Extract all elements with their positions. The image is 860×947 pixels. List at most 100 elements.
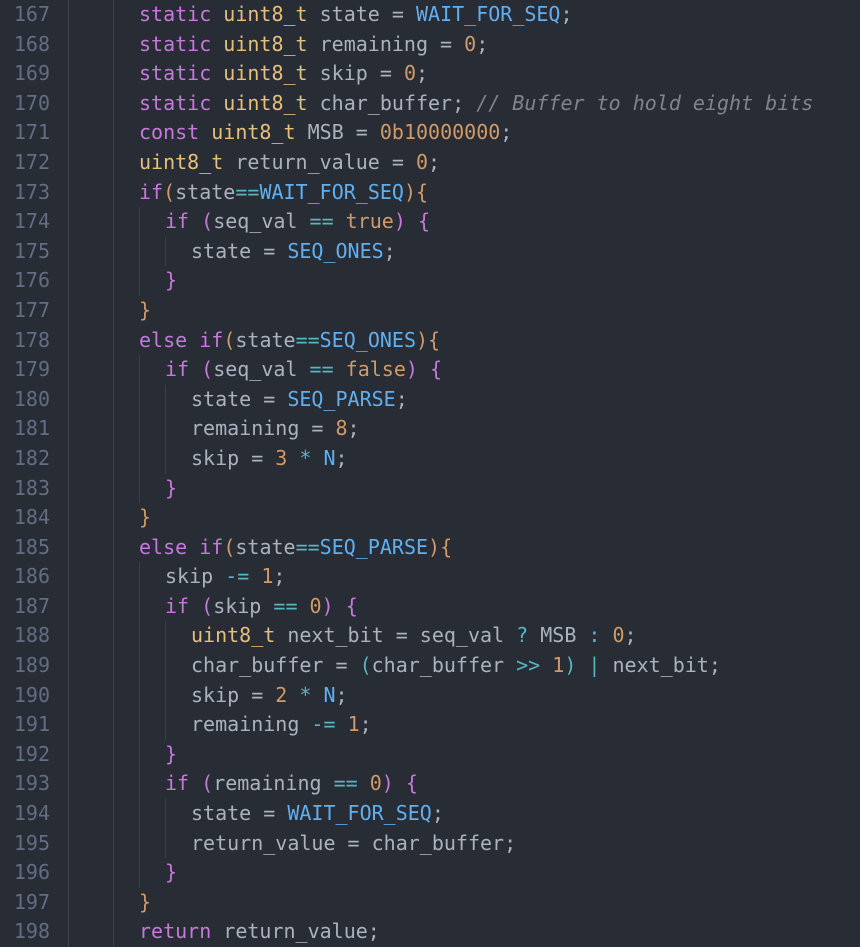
code-line[interactable]: else if(state==SEQ_PARSE){ [87,533,813,563]
token-num: 0 [613,623,625,647]
code-line[interactable]: remaining -= 1; [87,710,813,740]
token-txt: skip [165,564,213,588]
token-txt [189,357,201,381]
code-editor[interactable]: 1671681691701711721731741751761771781791… [0,0,860,947]
token-txt: ; [476,32,488,56]
line-number: 192 [10,740,50,770]
token-kw: const [139,120,199,144]
token-cyan: == [310,357,334,381]
token-brkt: } [139,890,151,914]
token-txt [358,771,370,795]
code-line[interactable]: skip = 3 * N; [87,444,813,474]
token-brkt2: ( [201,594,213,618]
code-line[interactable]: static uint8_t state = WAIT_FOR_SEQ; [87,0,813,30]
code-line[interactable]: } [87,266,813,296]
line-number: 190 [10,681,50,711]
token-txt: ; [273,564,285,588]
token-txt: seq_val [213,209,297,233]
code-line[interactable]: uint8_t next_bit = seq_val ? MSB : 0; [87,621,813,651]
line-number: 176 [10,266,50,296]
token-txt [576,653,588,677]
token-txt: = [251,239,287,263]
token-txt: = [336,831,372,855]
line-number: 172 [10,148,50,178]
code-line[interactable]: if (remaining == 0) { [87,769,813,799]
line-number: 191 [10,710,50,740]
token-txt: remaining [213,771,321,795]
line-number: 185 [10,533,50,563]
line-number: 169 [10,59,50,89]
code-line[interactable]: skip = 2 * N; [87,681,813,711]
token-txt [211,32,223,56]
token-txt [308,2,320,26]
token-type: uint8_t [211,120,295,144]
code-line[interactable]: return_value = char_buffer; [87,829,813,859]
token-type: uint8_t [191,623,275,647]
code-line[interactable]: } [87,858,813,888]
code-line[interactable]: char_buffer = (char_buffer >> 1) | next_… [87,651,813,681]
code-line[interactable]: const uint8_t MSB = 0b10000000; [87,118,813,148]
code-line[interactable]: remaining = 8; [87,414,813,444]
code-line[interactable]: return return_value; [87,917,813,947]
token-txt: remaining [191,712,299,736]
code-area[interactable]: static uint8_t state = WAIT_FOR_SEQ;stat… [69,0,813,947]
line-number: 181 [10,414,50,444]
token-txt: = [344,120,380,144]
token-brkt3: ( [360,653,372,677]
token-num: true [346,209,394,233]
token-txt [298,594,310,618]
code-line[interactable]: else if(state==SEQ_ONES){ [87,326,813,356]
token-txt: ; [368,919,380,943]
token-brkt2: { [418,209,430,233]
token-num: 1 [348,712,360,736]
token-brkt2: ) [406,357,418,381]
line-number: 182 [10,444,50,474]
token-brkt: ) [416,328,428,352]
code-line[interactable]: static uint8_t char_buffer; // Buffer to… [87,89,813,119]
code-line[interactable]: if (seq_val == true) { [87,207,813,237]
code-line[interactable]: static uint8_t skip = 0; [87,59,813,89]
token-txt [504,623,516,647]
code-line[interactable]: static uint8_t remaining = 0; [87,30,813,60]
code-line[interactable]: state = SEQ_ONES; [87,237,813,267]
token-brkt2: ( [201,209,213,233]
code-line[interactable]: if (skip == 0) { [87,592,813,622]
token-num: false [346,357,406,381]
code-line[interactable]: } [87,296,813,326]
token-txt [504,653,516,677]
token-txt: remaining [191,416,299,440]
token-brkt: { [416,180,428,204]
token-txt [189,594,201,618]
token-txt: ; [500,120,512,144]
token-kw: if [199,328,223,352]
token-const: SEQ_ONES [287,239,383,263]
code-line[interactable]: } [87,740,813,770]
line-number: 193 [10,769,50,799]
token-txt [576,623,588,647]
token-kw: else [139,328,187,352]
code-line[interactable]: if(state==WAIT_FOR_SEQ){ [87,178,813,208]
token-kw: else [139,535,187,559]
code-line[interactable]: } [87,888,813,918]
code-line[interactable]: state = WAIT_FOR_SEQ; [87,799,813,829]
token-brkt3: ) [564,653,576,677]
token-type: uint8_t [223,2,307,26]
code-line[interactable]: } [87,503,813,533]
token-txt: next_bit [613,653,709,677]
code-line[interactable]: state = SEQ_PARSE; [87,385,813,415]
line-number: 170 [10,89,50,119]
token-txt [297,357,309,381]
token-txt [311,446,323,470]
token-brkt2: { [430,357,442,381]
token-brkt: ) [404,180,416,204]
code-line[interactable]: uint8_t return_value = 0; [87,148,813,178]
token-txt: seq_val [420,623,504,647]
code-line[interactable]: } [87,474,813,504]
token-txt [211,2,223,26]
line-number: 168 [10,30,50,60]
token-brkt2: ( [201,357,213,381]
token-kw: if [165,357,189,381]
code-line[interactable]: skip -= 1; [87,562,813,592]
line-number: 186 [10,562,50,592]
code-line[interactable]: if (seq_val == false) { [87,355,813,385]
